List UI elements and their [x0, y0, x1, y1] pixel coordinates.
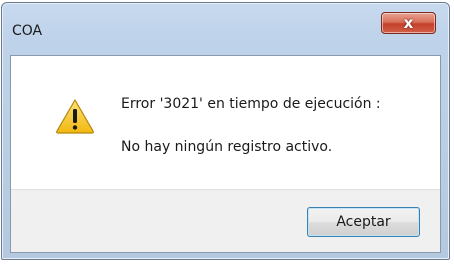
error-message-title: Error '3021' en tiempo de ejecución : [121, 96, 381, 112]
ok-button[interactable]: Aceptar [307, 207, 420, 237]
dialog-body: Error '3021' en tiempo de ejecución : No… [10, 55, 441, 253]
window-title: COA [12, 23, 43, 39]
title-bar[interactable]: COA x [2, 3, 449, 47]
button-bar: Aceptar [11, 189, 440, 252]
close-button[interactable]: x [381, 12, 436, 34]
dialog-window: COA x Error '3021' en tiempo de ejecució… [1, 2, 450, 260]
close-icon: x [403, 14, 414, 32]
message-area: Error '3021' en tiempo de ejecución : No… [11, 56, 440, 189]
error-message-detail: No hay ningún registro activo. [121, 139, 333, 155]
warning-icon [56, 99, 94, 134]
